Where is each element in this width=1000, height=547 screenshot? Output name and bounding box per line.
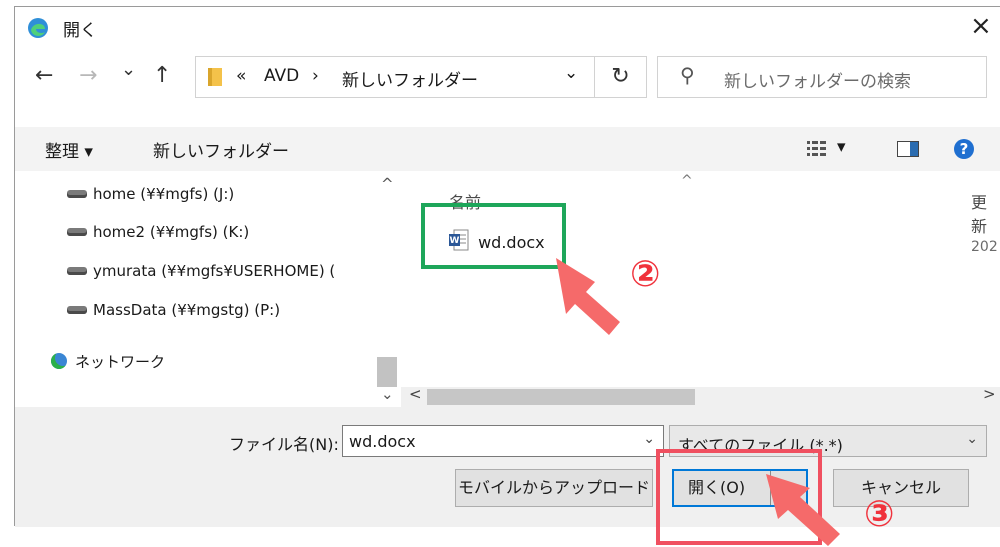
- arrow-3: [766, 474, 840, 546]
- arrow-2: [556, 258, 620, 335]
- annotation-arrows: [556, 258, 840, 546]
